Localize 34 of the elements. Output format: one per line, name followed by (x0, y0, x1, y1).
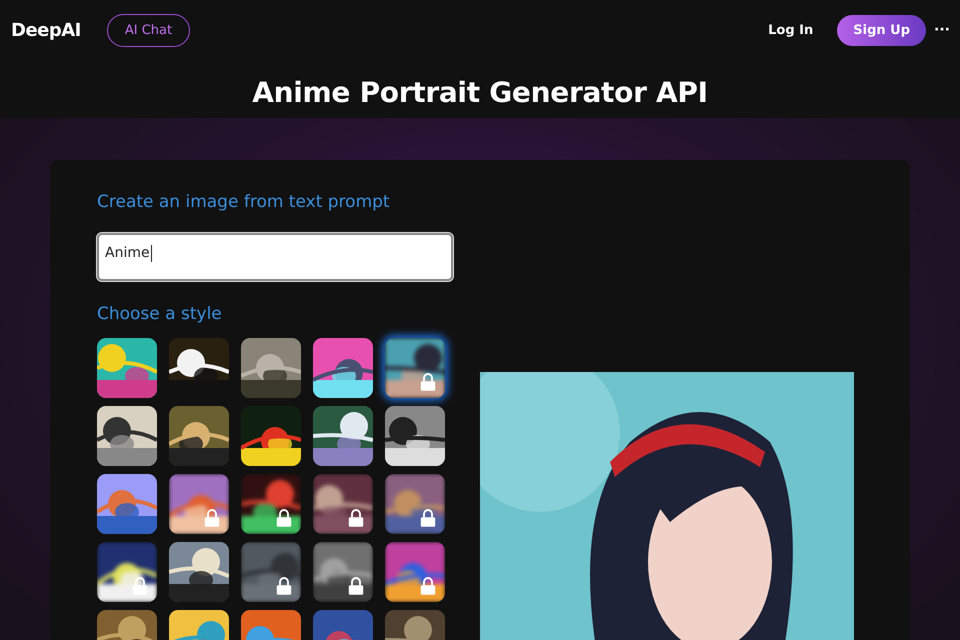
lock-icon (132, 577, 148, 595)
style-option[interactable] (241, 474, 301, 534)
style-option[interactable] (241, 406, 301, 466)
style-option[interactable] (169, 406, 229, 466)
style-option[interactable] (385, 406, 445, 466)
lock-icon (420, 509, 436, 527)
lock-icon (276, 509, 292, 527)
lock-icon (420, 373, 436, 391)
lock-icon (420, 577, 436, 595)
style-option[interactable] (313, 406, 373, 466)
style-option[interactable] (97, 406, 157, 466)
style-option[interactable] (385, 542, 445, 602)
style-option[interactable] (385, 474, 445, 534)
sign-up-button[interactable]: Sign Up (837, 14, 926, 46)
style-option[interactable] (97, 542, 157, 602)
lock-icon (204, 509, 220, 527)
ai-chat-button[interactable]: AI Chat (106, 14, 190, 46)
lock-icon (348, 577, 364, 595)
style-option[interactable] (241, 542, 301, 602)
page-title: Anime Portrait Generator API (252, 76, 708, 109)
style-option[interactable] (169, 338, 229, 398)
style-option[interactable] (313, 474, 373, 534)
logo[interactable]: DeepAI (11, 20, 81, 40)
style-option[interactable] (169, 474, 229, 534)
prompt-field[interactable]: Anime (97, 233, 453, 281)
log-in-link[interactable]: Log In (768, 22, 814, 38)
lock-icon (276, 577, 292, 595)
style-label: Choose a style (97, 304, 223, 324)
style-option[interactable] (169, 542, 229, 602)
lock-icon (348, 509, 364, 527)
prompt-label: Create an image from text prompt (97, 192, 391, 212)
style-option[interactable] (385, 338, 445, 398)
more-menu-icon[interactable]: ··· (934, 22, 950, 38)
style-option[interactable] (313, 542, 373, 602)
